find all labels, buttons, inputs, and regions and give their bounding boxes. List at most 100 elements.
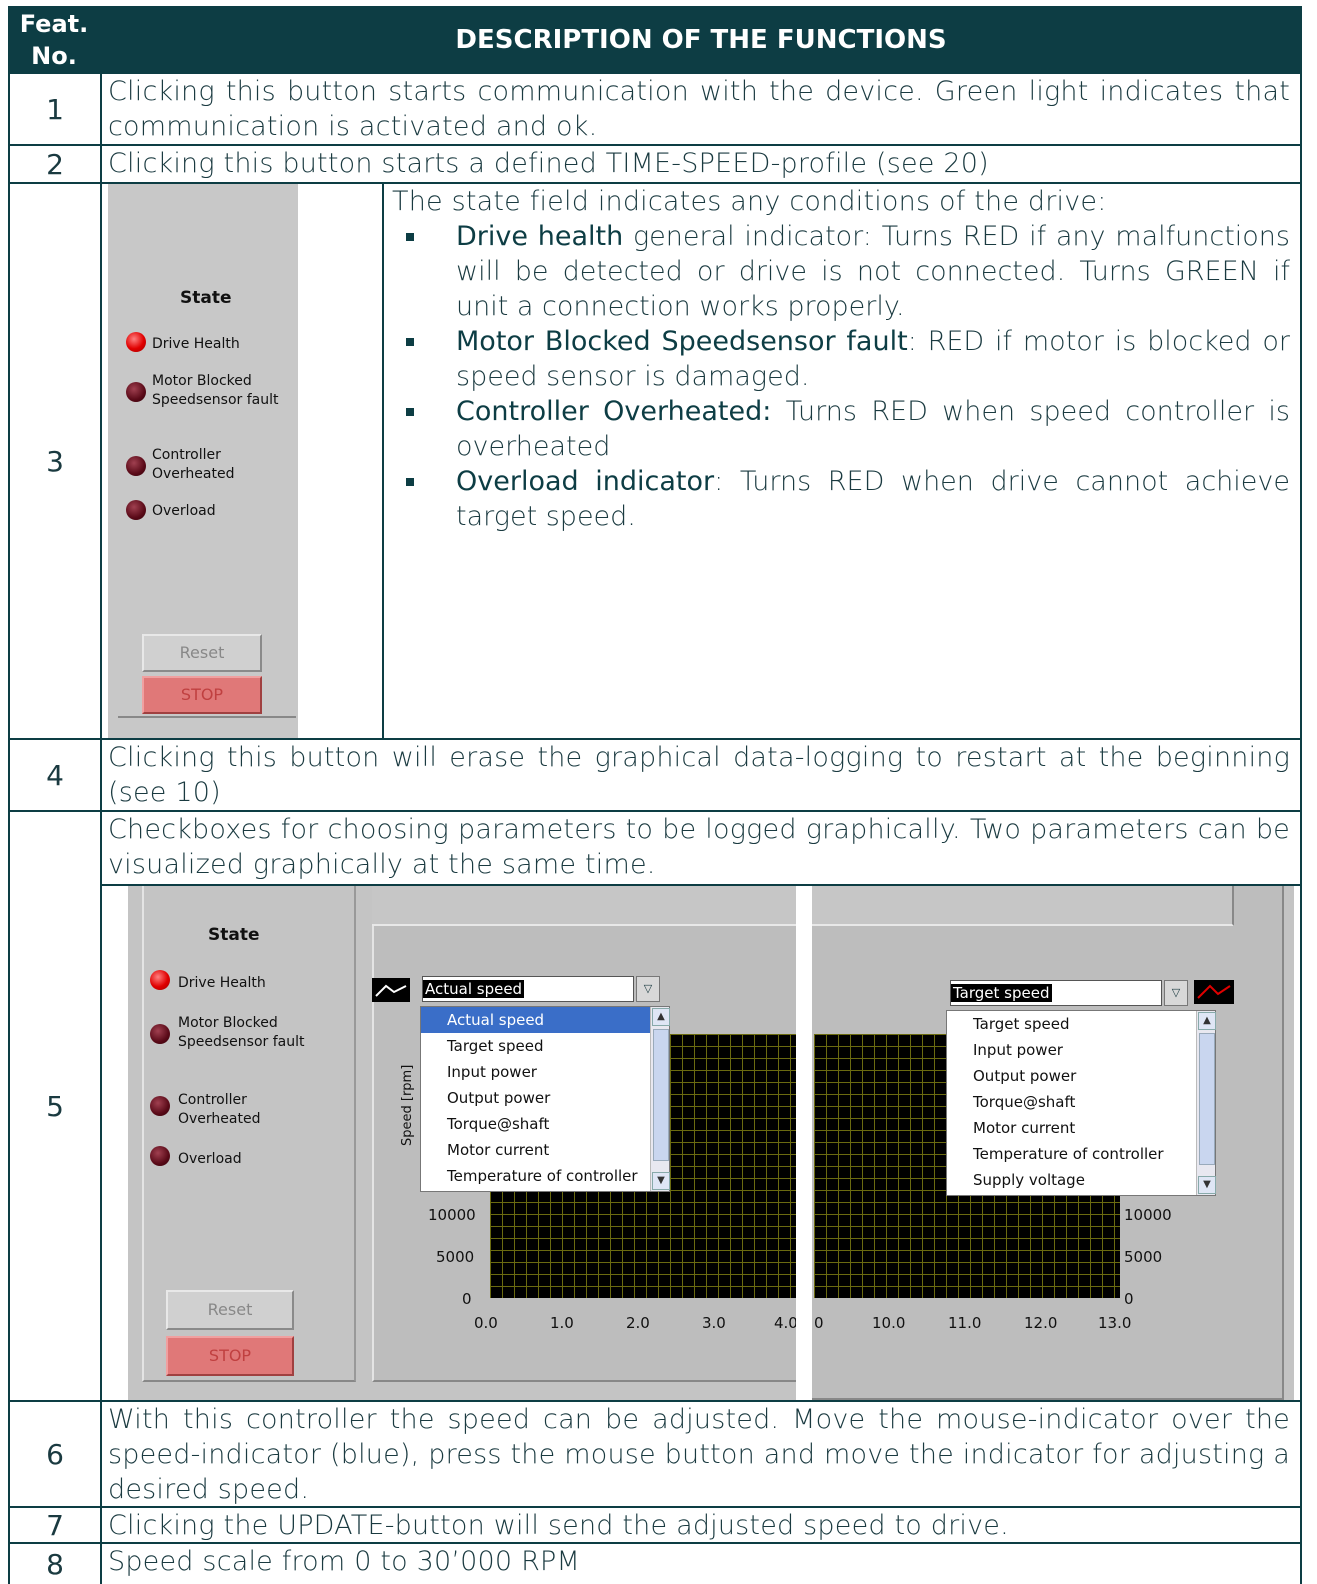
table-row: 5 Checkboxes for choosing parameters to …: [8, 812, 1302, 1402]
plot-legend-icon: [1194, 980, 1234, 1004]
motor-blocked-led-icon: [150, 1024, 170, 1044]
motor-blocked-label-1: Motor Blocked: [178, 1015, 278, 1031]
reset-button[interactable]: Reset: [142, 634, 262, 672]
row-number: 3: [10, 184, 102, 738]
table-row: 1 Clicking this button starts communicat…: [8, 74, 1302, 146]
header-no-label: No.: [31, 42, 77, 70]
table-row: 8 Speed scale from 0 to 30’000 RPM: [8, 1544, 1302, 1584]
bullet-key: Controller Overheated:: [456, 396, 772, 427]
row-number: 1: [10, 74, 102, 144]
dropdown-item[interactable]: Output power: [421, 1085, 669, 1111]
dropdown-item[interactable]: Actual speed: [421, 1007, 669, 1033]
y-axis-label: Speed [rpm]: [400, 1064, 415, 1146]
right-selected-value: Target speed: [951, 984, 1052, 1002]
row-text: Clicking this button will erase the grap…: [108, 742, 1290, 808]
table-row: 3 State Drive Health Motor Blocked Speed…: [8, 184, 1302, 740]
row-number: 8: [10, 1544, 102, 1584]
chevron-down-icon[interactable]: ▽: [636, 976, 660, 1002]
row-number: 5: [10, 812, 102, 1400]
stop-button[interactable]: STOP: [166, 1336, 294, 1376]
controller-overheated-led-icon: [126, 456, 146, 476]
x-tick: 10.0: [872, 1314, 906, 1332]
row-number: 2: [10, 146, 102, 182]
controller-overheated-led-icon: [150, 1096, 170, 1116]
image-separator: [796, 886, 812, 1400]
dropdown-item[interactable]: Temperature of controller: [421, 1163, 669, 1189]
bullet-drive-health: Drive health general indicator: Turns RE…: [400, 219, 1290, 324]
row-text: Clicking the UPDATE-button will send the…: [108, 1510, 1009, 1541]
dropdown-item[interactable]: Output power: [947, 1063, 1215, 1089]
header-number-cell: Feat. No.: [8, 6, 100, 76]
row-text: Checkboxes for choosing parameters to be…: [108, 814, 1290, 880]
header-description: DESCRIPTION OF THE FUNCTIONS: [455, 25, 947, 55]
controller-label-2: Overheated: [178, 1111, 261, 1127]
table-header: Feat. No. DESCRIPTION OF THE FUNCTIONS: [8, 6, 1302, 74]
dropdown-item[interactable]: Motor current: [947, 1115, 1215, 1141]
dropdown-item[interactable]: Torque@shaft: [947, 1089, 1215, 1115]
drive-health-led-icon: [126, 332, 146, 352]
scroll-thumb[interactable]: [1199, 1033, 1215, 1165]
header-feat-label: Feat.: [19, 10, 89, 38]
state-bullets: Drive health general indicator: Turns RE…: [400, 219, 1290, 534]
left-graph-topbar: [372, 886, 796, 926]
chevron-up-icon[interactable]: ▲: [652, 1008, 670, 1026]
dropdown-item[interactable]: Input power: [947, 1037, 1215, 1063]
reset-button[interactable]: Reset: [166, 1290, 294, 1330]
dropdown-item[interactable]: Torque@shaft: [421, 1111, 669, 1137]
state-title: State: [180, 288, 232, 308]
table-row: 4 Clicking this button will erase the gr…: [8, 740, 1302, 812]
motor-blocked-label-2: Speedsensor fault: [178, 1034, 305, 1050]
row-number: 4: [10, 740, 102, 810]
right-parameter-dropdown[interactable]: Target speed Input power Output power To…: [946, 1010, 1216, 1196]
chevron-up-icon[interactable]: ▲: [1198, 1012, 1216, 1030]
left-parameter-dropdown[interactable]: Actual speed Target speed Input power Ou…: [420, 1006, 670, 1192]
motor-blocked-label-2: Speedsensor fault: [152, 392, 279, 408]
x-tick: 3.0: [702, 1314, 726, 1332]
row-text: With this controller the speed can be ad…: [108, 1404, 1290, 1505]
bullet-key: Motor Blocked Speedsensor fault: [456, 326, 908, 357]
y-tick: 10000: [1124, 1206, 1172, 1224]
overload-led-icon: [150, 1146, 170, 1166]
cell-divider: [382, 184, 384, 738]
row-text: Clicking this button starts a defined TI…: [108, 148, 989, 179]
x-tick: 4.0: [774, 1314, 798, 1332]
bullet-overload: Overload indicator: Turns RED when drive…: [400, 464, 1290, 534]
dropdown-item[interactable]: Motor current: [421, 1137, 669, 1163]
overload-label: Overload: [152, 503, 216, 519]
controller-label-1: Controller: [178, 1092, 247, 1108]
dropdown-item[interactable]: Target speed: [421, 1033, 669, 1059]
dropdown-item[interactable]: Supply voltage: [947, 1167, 1215, 1193]
bullet-key: Overload indicator: [456, 466, 715, 497]
motor-blocked-led-icon: [126, 382, 146, 402]
drive-health-label: Drive Health: [152, 336, 240, 352]
functions-table: Feat. No. DESCRIPTION OF THE FUNCTIONS 1…: [8, 6, 1302, 1584]
dropdown-scrollbar[interactable]: ▲ ▼: [650, 1007, 670, 1191]
x-tick: 2.0: [626, 1314, 650, 1332]
x-tick: 0.0: [474, 1314, 498, 1332]
scroll-thumb[interactable]: [653, 1029, 669, 1161]
controller-label-2: Overheated: [152, 466, 235, 482]
y-tick: 0: [1124, 1290, 1134, 1308]
dropdown-item[interactable]: Input power: [421, 1059, 669, 1085]
overload-led-icon: [126, 500, 146, 520]
table-row: 2 Clicking this button starts a defined …: [8, 146, 1302, 184]
chevron-down-icon[interactable]: ▼: [652, 1172, 670, 1190]
motor-blocked-label-1: Motor Blocked: [152, 373, 252, 389]
dropdown-item[interactable]: Target speed: [947, 1011, 1215, 1037]
controller-label-1: Controller: [152, 447, 221, 463]
left-selected-value: Actual speed: [423, 980, 525, 998]
row-text: Speed scale from 0 to 30’000 RPM: [108, 1546, 581, 1577]
state-intro: The state field indicates any conditions…: [392, 186, 1107, 217]
right-graph-topbar: [812, 886, 1234, 926]
drive-health-label: Drive Health: [178, 975, 266, 991]
stop-button[interactable]: STOP: [142, 676, 262, 714]
x-tick: 11.0: [948, 1314, 982, 1332]
right-parameter-select[interactable]: Target speed: [950, 980, 1162, 1006]
chevron-down-icon[interactable]: ▼: [1198, 1176, 1216, 1194]
left-parameter-select[interactable]: Actual speed: [422, 976, 634, 1002]
state-title: State: [208, 925, 260, 945]
dropdown-scrollbar[interactable]: ▲ ▼: [1196, 1011, 1216, 1195]
dropdown-item[interactable]: Temperature of controller: [947, 1141, 1215, 1167]
chevron-down-icon[interactable]: ▽: [1164, 980, 1188, 1006]
row-number: 6: [10, 1402, 102, 1506]
